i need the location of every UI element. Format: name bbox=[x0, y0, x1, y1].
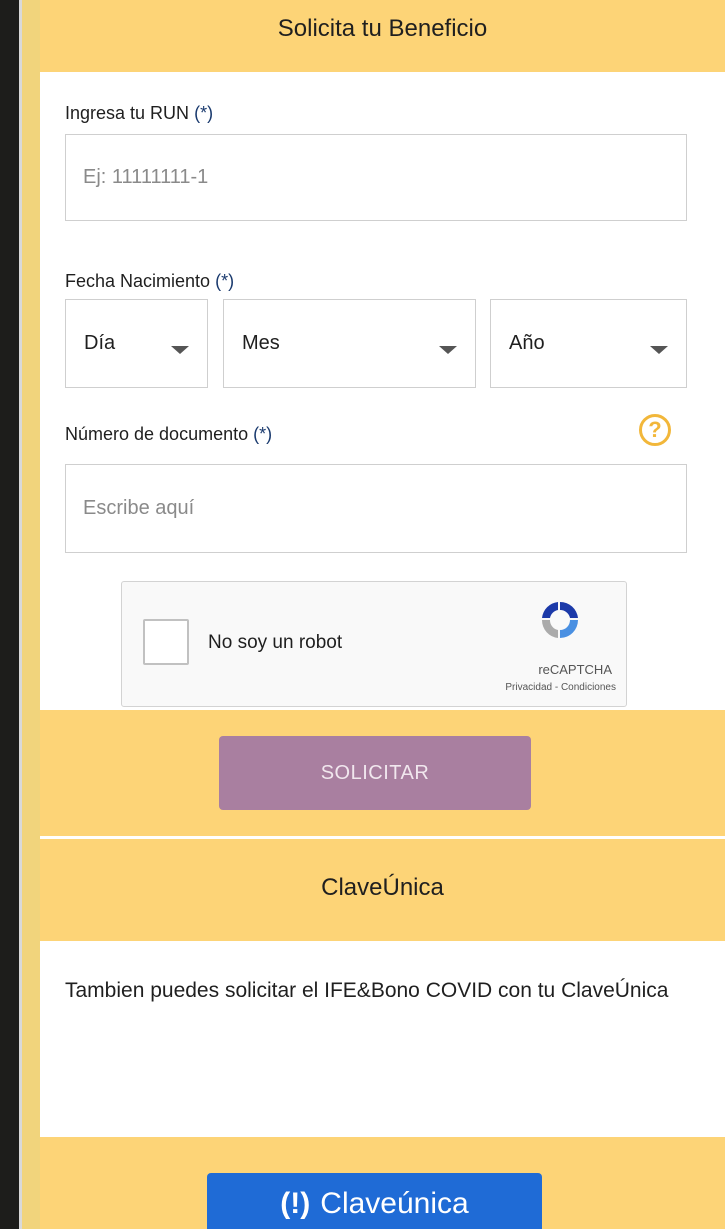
chevron-down-icon bbox=[171, 346, 189, 354]
recaptcha-widget: No soy un robot reCAPTCHA Privacidad - C… bbox=[121, 581, 627, 707]
recaptcha-label: No soy un robot bbox=[208, 632, 343, 653]
recaptcha-brand: reCAPTCHA bbox=[538, 662, 612, 677]
claveunica-button[interactable]: (!) Claveúnica bbox=[207, 1173, 542, 1229]
solicitar-button[interactable]: SOLICITAR bbox=[219, 736, 531, 810]
recaptcha-logo-icon bbox=[541, 601, 578, 638]
help-icon[interactable]: ? bbox=[639, 414, 671, 446]
left-border bbox=[0, 0, 22, 1229]
chevron-down-icon bbox=[439, 346, 457, 354]
recaptcha-links[interactable]: Privacidad - Condiciones bbox=[505, 682, 616, 693]
submit-section: SOLICITAR bbox=[40, 710, 725, 836]
form-header: Solicita tu Beneficio bbox=[40, 0, 725, 72]
chevron-down-icon bbox=[650, 346, 668, 354]
claveunica-button-section: (!) Claveúnica bbox=[40, 1137, 725, 1229]
month-select[interactable]: Mes bbox=[223, 299, 476, 388]
claveunica-header: ClaveÚnica bbox=[40, 839, 725, 941]
page-title: Solicita tu Beneficio bbox=[277, 15, 488, 42]
document-label: Número de documento (*) bbox=[65, 424, 273, 444]
required-mark: (*) bbox=[194, 103, 214, 123]
required-mark: (*) bbox=[253, 424, 273, 444]
claveunica-description: Tambien puedes solicitar el IFE&Bono COV… bbox=[65, 979, 669, 1002]
run-input[interactable]: Ej: 11111111-1 bbox=[65, 134, 687, 221]
birth-date-label: Fecha Nacimiento (*) bbox=[65, 271, 235, 291]
year-select[interactable]: Año bbox=[490, 299, 687, 388]
document-input[interactable]: Escribe aquí bbox=[65, 464, 687, 553]
day-select[interactable]: Día bbox=[65, 299, 208, 388]
document-placeholder: Escribe aquí bbox=[83, 497, 195, 519]
required-mark: (*) bbox=[215, 271, 235, 291]
claveunica-title: ClaveÚnica bbox=[321, 874, 444, 901]
run-label: Ingresa tu RUN (*) bbox=[65, 103, 214, 123]
form-card: Solicita tu Beneficio Ingresa tu RUN (*)… bbox=[40, 0, 725, 1229]
claveunica-logo-icon: (!) bbox=[280, 1187, 311, 1220]
recaptcha-checkbox[interactable] bbox=[143, 619, 189, 665]
claveunica-button-label: Claveúnica bbox=[320, 1187, 469, 1220]
run-placeholder: Ej: 11111111-1 bbox=[83, 166, 209, 188]
